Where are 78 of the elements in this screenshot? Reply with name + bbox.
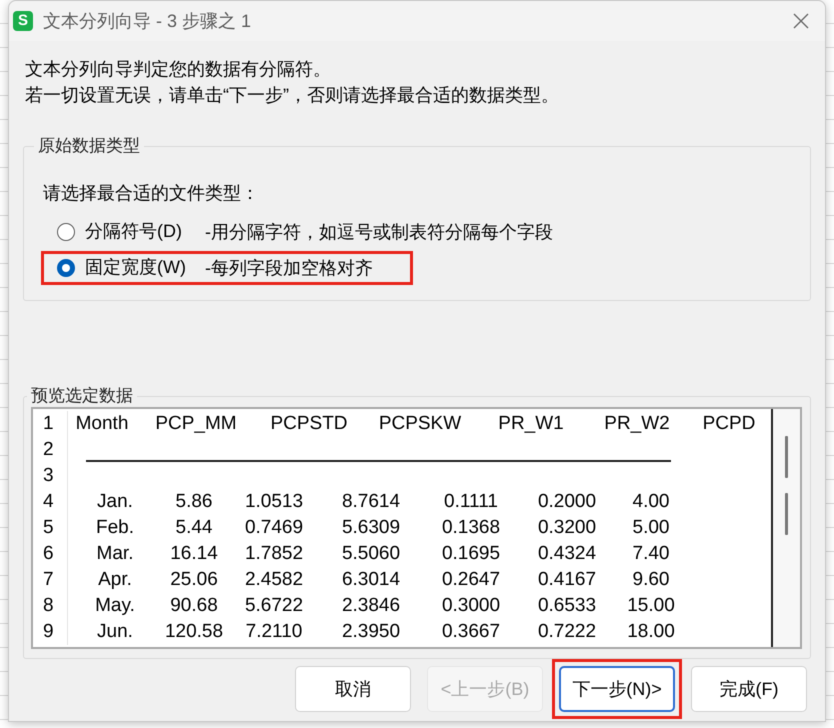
option-description: -每列字段加空格对齐: [205, 257, 373, 280]
preview-text: 0.1368: [442, 516, 500, 540]
preview-text: PCP_MM: [155, 412, 237, 436]
preview-text: 5.6309: [342, 516, 400, 540]
preview-text: 7.2110: [246, 620, 302, 644]
preview-text: 5.6722: [244, 594, 304, 618]
preview-text: 18.00: [627, 620, 675, 644]
group-legend: 原始数据类型: [34, 134, 144, 158]
preview-text: Jun.: [97, 620, 133, 644]
dialog-button[interactable]: 取消: [295, 666, 411, 712]
preview-text: PCPD: [702, 412, 756, 436]
preview-text: 0.4167: [538, 568, 596, 592]
option-label[interactable]: 分隔符号(D): [85, 221, 182, 241]
preview-text: PCPSTD: [270, 412, 348, 436]
intro-text: 若一切设置无误，请单击“下一步”，否则请选择最合适的数据类型。: [25, 84, 559, 107]
scrollbar-thumb[interactable]: [785, 436, 788, 478]
preview-text: 9.60: [632, 568, 670, 592]
preview-text: 90.68: [170, 594, 218, 618]
radio-button[interactable]: [57, 259, 75, 277]
line-number: 9: [43, 620, 54, 644]
preview-text: 0.3200: [538, 516, 596, 540]
preview-text: Feb.: [96, 516, 134, 540]
preview-text: 4.00: [632, 490, 670, 514]
line-number: 1: [43, 412, 54, 436]
dialog-button[interactable]: 下一步(N)>: [559, 666, 675, 712]
preview-text: Month: [76, 412, 128, 436]
option-description: -用分隔字符，如逗号或制表符分隔每个字段: [205, 221, 553, 244]
preview-text: 2.4582: [244, 568, 304, 592]
line-number: 4: [43, 490, 54, 514]
preview-text: 0.6533: [538, 594, 596, 618]
preview-text: 2.3846: [342, 594, 400, 618]
preview-text: 0.7222: [538, 620, 596, 644]
preview-text: 6.3014: [342, 568, 400, 592]
preview-text: 0.2000: [538, 490, 596, 514]
preview-text: 5.5060: [342, 542, 400, 566]
preview-text: 1.7852: [244, 542, 304, 566]
app-logo: S: [13, 11, 33, 31]
close-icon: [793, 13, 809, 29]
group-legend: 预览选定数据: [27, 385, 137, 407]
preview-text: 0.3667: [442, 620, 500, 644]
preview-text: 5.86: [176, 490, 212, 514]
line-number: 2: [43, 438, 54, 462]
line-number: 5: [43, 516, 54, 540]
preview-text: 0.1111: [444, 490, 498, 514]
line-number: 3: [43, 464, 54, 488]
preview-text: 0.3000: [442, 594, 500, 618]
preview-text: 16.14: [170, 542, 218, 566]
intro-text: 文本分列向导判定您的数据有分隔符。: [25, 58, 331, 81]
preview-text: Jan.: [97, 490, 133, 514]
preview-text: 120.58: [164, 620, 224, 644]
preview-text: PR_W1: [498, 412, 564, 436]
scrollbar[interactable]: [771, 409, 800, 647]
preview-text: 5.00: [632, 516, 670, 540]
preview-text: 2.3950: [342, 620, 400, 644]
preview-text: 0.7469: [244, 516, 304, 540]
scrollbar-thumb[interactable]: [785, 493, 788, 535]
preview-text: PCPSKW: [378, 412, 462, 436]
option-label[interactable]: 固定宽度(W): [85, 257, 186, 277]
preview-text: PR_W2: [604, 412, 670, 436]
preview-text: May.: [95, 594, 135, 618]
radio-button[interactable]: [57, 223, 75, 241]
preview-text: 5.44: [176, 516, 212, 540]
line-number: 7: [43, 568, 54, 592]
dialog-button[interactable]: 完成(F): [691, 666, 807, 712]
preview-text: 0.4324: [538, 542, 596, 566]
line-number: 8: [43, 594, 54, 618]
preview-text: 1.0513: [244, 490, 304, 514]
preview-text: 7.40: [632, 542, 670, 566]
line-number: 6: [43, 542, 54, 566]
prompt-text: 请选择最合适的文件类型：: [43, 182, 259, 205]
window-title: 文本分列向导 - 3 步骤之 1: [43, 10, 252, 32]
preview-text: 25.06: [170, 568, 218, 592]
preview-text: 8.7614: [342, 490, 400, 514]
preview-text: 0.2647: [442, 568, 500, 592]
preview-text: 15.00: [627, 594, 675, 618]
preview-text: Apr.: [98, 568, 132, 592]
preview-text: Mar.: [96, 542, 134, 566]
preview-text: 0.1695: [442, 542, 500, 566]
